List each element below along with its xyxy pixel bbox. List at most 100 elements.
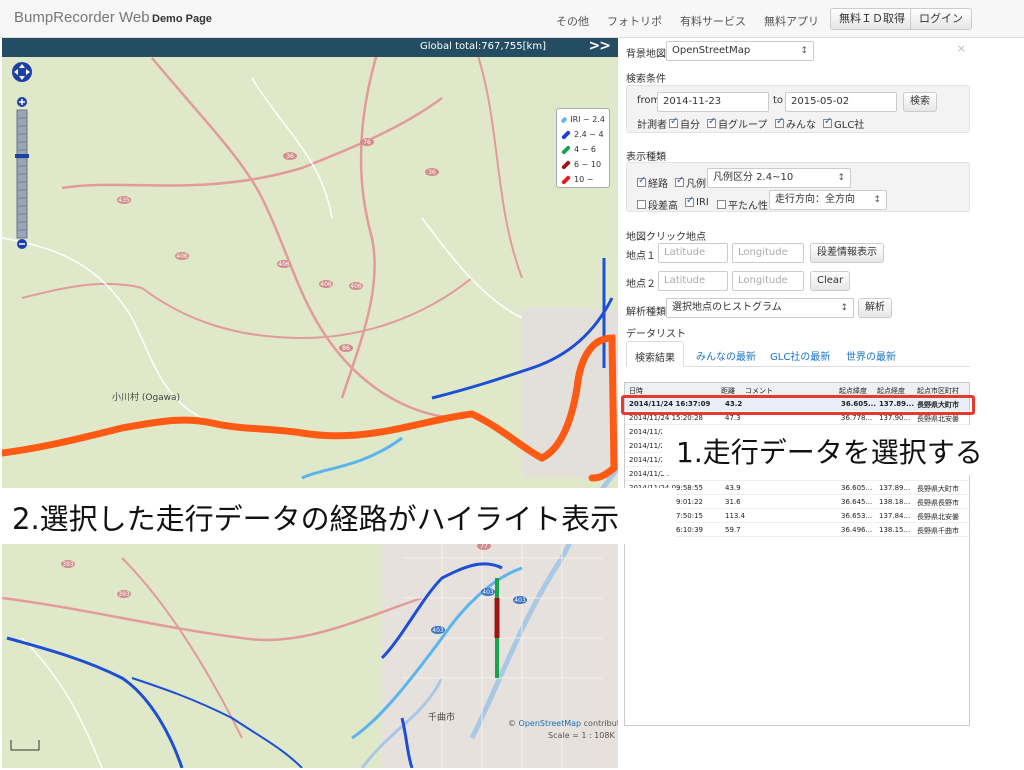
- nav-link-photorepo[interactable]: フォトリポ: [607, 13, 662, 29]
- annotation-step1: 1.走行データを選択する: [662, 425, 1024, 475]
- svg-text:406: 406: [176, 253, 188, 260]
- tab-search-results[interactable]: 検索結果: [626, 341, 684, 367]
- row-cell-lat: 36.653...: [841, 512, 873, 520]
- checkbox-icon: [685, 195, 694, 207]
- tab-world-latest[interactable]: 世界の最新: [838, 341, 904, 367]
- svg-text:406: 406: [320, 281, 332, 288]
- measurer-self-checkbox[interactable]: 自分: [669, 116, 700, 131]
- analysis-button[interactable]: 解析: [858, 298, 892, 318]
- to-label: to: [773, 95, 784, 106]
- checkbox-icon: [775, 116, 784, 128]
- checkbox-icon: [669, 116, 678, 128]
- svg-text:403: 403: [514, 597, 526, 604]
- data-list-title: データリスト: [626, 329, 686, 340]
- point1-longitude-input[interactable]: Longitude: [732, 243, 804, 263]
- map-view[interactable]: 36 76 36 435 406 406 406 406 86 393 393 …: [2, 38, 618, 768]
- legend-item: 6 ~ 10: [561, 157, 605, 172]
- direction-select[interactable]: 走行方向：全方向: [769, 190, 887, 210]
- expand-panel-button[interactable]: >>: [589, 38, 611, 54]
- search-conditions-title: 検索条件: [626, 74, 666, 85]
- nav-link-other[interactable]: その他: [556, 13, 589, 29]
- table-row[interactable]: 2014/11/24 09:58:5543.936.605...137.89..…: [625, 482, 969, 495]
- svg-text:76: 76: [363, 139, 371, 146]
- row-cell-dist: 47.3: [725, 414, 741, 422]
- clear-button[interactable]: Clear: [810, 271, 851, 291]
- svg-text:36: 36: [286, 153, 294, 160]
- row-cell-city: 長野県長野市: [917, 499, 959, 507]
- map-scale: Scale = 1 : 108K: [548, 731, 615, 740]
- checkbox-icon: [707, 116, 716, 128]
- legend-swatch: [561, 129, 571, 140]
- point2-longitude-input[interactable]: Longitude: [732, 271, 804, 291]
- svg-text:435: 435: [118, 197, 130, 204]
- close-icon[interactable]: ×: [957, 42, 966, 55]
- row-cell-lat: 36.605...: [841, 484, 873, 492]
- basemap-label: 背景地図: [626, 49, 666, 60]
- legend-class-select[interactable]: 凡例区分 2.4~10: [707, 168, 851, 188]
- measurer-group-checkbox[interactable]: 自グループ: [707, 116, 767, 131]
- svg-text:403: 403: [432, 627, 444, 634]
- svg-text:86: 86: [342, 345, 350, 352]
- analysis-type-label: 解析種類: [626, 307, 666, 318]
- row-cell-city: 長野県大町市: [917, 485, 959, 493]
- row-cell-city: 長野県北安曇: [917, 513, 959, 521]
- row-cell-dist: 43.9: [725, 484, 741, 492]
- tab-everyone-latest[interactable]: みんなの最新: [688, 341, 764, 367]
- checkbox-icon: [823, 116, 832, 128]
- get-free-id-button[interactable]: 無料ＩＤ取得: [830, 8, 914, 30]
- display-step-checkbox[interactable]: 段差高: [637, 197, 678, 212]
- search-button[interactable]: 検索: [903, 92, 937, 112]
- display-flatness-checkbox[interactable]: 平たん性: [717, 197, 768, 212]
- measurer-everyone-checkbox[interactable]: みんな: [775, 116, 816, 131]
- checkbox-icon: [717, 200, 726, 209]
- point1-latitude-input[interactable]: Latitude: [658, 243, 728, 263]
- table-row[interactable]: 2014/11/24 09:01:2231.636.645...138.18..…: [625, 496, 969, 509]
- svg-text:406: 406: [278, 261, 290, 268]
- osm-link[interactable]: OpenStreetMap: [519, 719, 582, 728]
- legend-swatch: [561, 144, 571, 155]
- legend-item: 10 ~: [561, 172, 605, 187]
- place-label-chikuma: 千曲市: [428, 713, 456, 723]
- table-row[interactable]: 2014/11/24 17:50:15113.436.653...137.84.…: [625, 510, 969, 523]
- basemap-select[interactable]: OpenStreetMap: [666, 41, 814, 61]
- zoom-control[interactable]: [10, 58, 40, 278]
- search-conditions-well: from 2014-11-23 to 2015-05-02 検索 計測者 自分 …: [626, 85, 970, 133]
- iri-legend: IRI ~ 2.4 2.4 ~ 4 4 ~ 6 6 ~ 10 10 ~: [556, 108, 610, 188]
- from-date-input[interactable]: 2014-11-23: [657, 92, 769, 112]
- row-cell-lng: 138.15...: [879, 526, 911, 534]
- measurer-glc-checkbox[interactable]: GLC社: [823, 116, 864, 131]
- row-cell-lng: 137.89...: [879, 484, 911, 492]
- tab-glc-latest[interactable]: GLC社の最新: [762, 341, 838, 367]
- login-button[interactable]: ログイン: [910, 8, 972, 30]
- display-route-checkbox[interactable]: 経路: [637, 175, 668, 190]
- measurer-label: 計測者: [637, 120, 667, 131]
- scale-bar-icon: [10, 740, 40, 751]
- display-type-title: 表示種類: [626, 152, 666, 163]
- legend-swatch: [561, 174, 571, 185]
- display-legend-checkbox[interactable]: 凡例: [675, 175, 706, 190]
- svg-text:403: 403: [482, 589, 494, 596]
- svg-text:393: 393: [118, 591, 130, 598]
- nav-link-paid-service[interactable]: 有料サービス: [680, 13, 746, 29]
- analysis-type-select[interactable]: 選択地点のヒストグラム: [666, 298, 854, 318]
- svg-text:77: 77: [480, 543, 488, 550]
- row-cell-lng: 138.18...: [879, 498, 911, 506]
- row-cell-date: 2014/11/24 15:20:28: [629, 414, 704, 422]
- point2-label: 地点２: [626, 279, 656, 290]
- table-row[interactable]: 2014/11/24 16:10:3959.736.496...138.15..…: [625, 524, 969, 537]
- display-iri-checkbox[interactable]: IRI: [685, 195, 709, 208]
- map-click-title: 地図クリック地点: [626, 232, 706, 243]
- row-cell-city: 長野県北安曇: [917, 415, 959, 423]
- to-date-input[interactable]: 2015-05-02: [785, 92, 897, 112]
- step-info-button[interactable]: 段差情報表示: [810, 243, 884, 263]
- svg-text:406: 406: [350, 283, 362, 290]
- brand-logo[interactable]: BumpRecorder Web: [14, 9, 150, 26]
- nav-links: その他 フォトリポ 有料サービス 無料アプリ: [556, 13, 819, 29]
- top-navbar: BumpRecorder Web Demo Page その他 フォトリポ 有料サ…: [0, 0, 1024, 38]
- row-cell-lng: 137.90...: [879, 414, 911, 422]
- row-cell-dist: 113.4: [725, 512, 746, 520]
- point2-latitude-input[interactable]: Latitude: [658, 271, 728, 291]
- legend-swatch: [561, 159, 571, 170]
- nav-link-free-app[interactable]: 無料アプリ: [764, 13, 819, 29]
- page-label: Demo Page: [152, 13, 212, 25]
